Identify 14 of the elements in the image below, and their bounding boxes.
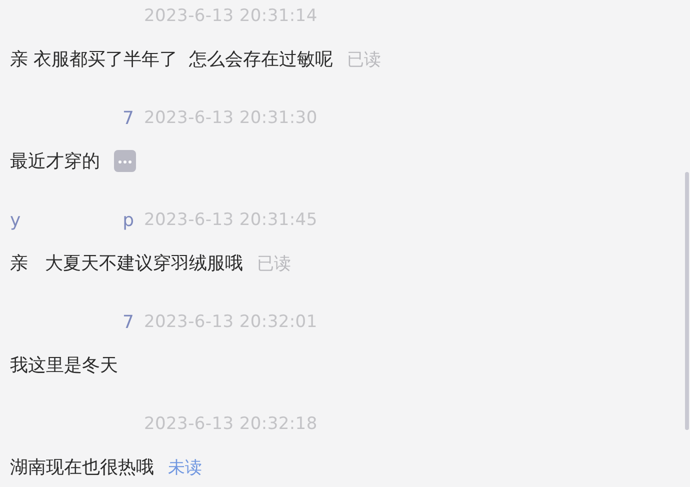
more-icon[interactable] (114, 150, 136, 172)
sender-name-fragment: p (122, 210, 134, 230)
scrollbar[interactable] (685, 172, 689, 430)
sender-name-fragment: y (10, 210, 21, 230)
message-text: 我这里是冬天 (10, 354, 118, 377)
sender-name-fragment: 7 (122, 108, 134, 128)
message-text: 亲 大夏天不建议穿羽绒服哦 (10, 252, 244, 275)
message-text: 湖南现在也很热哦 (10, 456, 154, 479)
unread-status: 未读 (168, 456, 202, 478)
message-text: 最近才穿的 (10, 150, 100, 173)
message-text: 亲 衣服都买了半年了 怎么会存在过敏呢 (10, 48, 334, 71)
read-status: 已读 (257, 252, 292, 274)
read-status: 已读 (347, 48, 382, 70)
sender-name-fragment: 7 (122, 312, 134, 332)
